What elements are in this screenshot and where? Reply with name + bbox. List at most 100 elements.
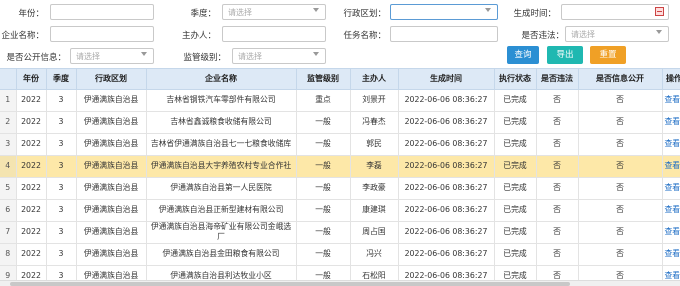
table-row[interactable]: 3 2022 3 伊通满族自治县 吉林省伊通满族自治县七一七粮食收储库 一般 郭民 2022-… — [0, 133, 680, 156]
cell-action[interactable]: 查看 — [662, 199, 680, 222]
disclosed-placeholder: 请选择 — [76, 52, 100, 61]
cell-region: 伊通满族自治县 — [76, 155, 147, 178]
illegal-select[interactable]: 请选择 — [565, 26, 669, 42]
cell-rownum: 2 — [0, 111, 17, 134]
cell-company: 吉林省伊通满族自治县七一七粮食收储库 — [146, 133, 297, 156]
column-header-illegal[interactable]: 是否违法 — [536, 69, 579, 90]
cell-organizer: 康建琪 — [350, 199, 399, 222]
calendar-icon[interactable] — [655, 7, 664, 16]
table-row[interactable]: 2 2022 3 伊通满族自治县 吉林省鑫诚粮食收储有限公司 一般 冯春杰 2022-06-0… — [0, 111, 680, 134]
cell-organizer: 李政豪 — [350, 177, 399, 200]
quarter-select[interactable]: 请选择 — [222, 4, 326, 20]
table-row[interactable]: 4 2022 3 伊通满族自治县 伊通满族自治县大宇养殖农村专业合作社 一般 李磊 2022-… — [0, 155, 680, 178]
table-row[interactable]: 5 2022 3 伊通满族自治县 伊通满族自治县第一人民医院 一般 李政豪 2022-06-0… — [0, 177, 680, 200]
disclosed-select[interactable]: 请选择 — [70, 48, 154, 64]
cell-region: 伊通满族自治县 — [76, 243, 147, 266]
cell-gen-time: 2022-06-06 08:36:27 — [398, 243, 495, 266]
horizontal-scrollbar[interactable] — [0, 280, 680, 286]
table-header-row: 年份季度行政区划企业名称监管级别主办人生成时间执行状态是否违法是否信息公开操作 — [0, 69, 680, 90]
level-select[interactable]: 请选择 — [232, 48, 326, 64]
cell-action[interactable]: 查看 — [662, 155, 680, 178]
column-header-year[interactable]: 年份 — [16, 69, 47, 90]
cell-organizer: 刘景开 — [350, 89, 399, 112]
cell-disclosed: 否 — [578, 177, 663, 200]
column-header-status[interactable]: 执行状态 — [494, 69, 537, 90]
company-input[interactable] — [50, 26, 154, 42]
column-header-gen-time[interactable]: 生成时间 — [398, 69, 495, 90]
cell-quarter: 3 — [46, 177, 77, 200]
column-header-disclosed[interactable]: 是否信息公开 — [578, 69, 663, 90]
illegal-placeholder: 请选择 — [571, 30, 595, 39]
cell-action[interactable]: 查看 — [662, 111, 680, 134]
task-name-label: 任务名称： — [343, 31, 386, 41]
cell-status: 已完成 — [494, 243, 537, 266]
cell-action[interactable]: 查看 — [662, 221, 680, 244]
cell-quarter: 3 — [46, 89, 77, 112]
table-row[interactable]: 8 2022 3 伊通满族自治县 伊通满族自治县金田粮食有限公司 一般 冯兴 2022-06-… — [0, 243, 680, 266]
cell-region: 伊通满族自治县 — [76, 133, 147, 156]
region-label: 行政区划： — [343, 9, 386, 19]
column-header-organizer[interactable]: 主办人 — [350, 69, 399, 90]
cell-level: 一般 — [296, 133, 351, 156]
cell-level: 一般 — [296, 177, 351, 200]
company-label: 企业名称： — [1, 31, 44, 41]
cell-disclosed: 否 — [578, 221, 663, 244]
column-header-rownum[interactable] — [0, 69, 17, 90]
column-header-company[interactable]: 企业名称 — [146, 69, 297, 90]
cell-action[interactable]: 查看 — [662, 89, 680, 112]
reset-button[interactable]: 重置 — [590, 46, 626, 64]
export-button[interactable]: 导出 — [547, 46, 583, 64]
cell-quarter: 3 — [46, 133, 77, 156]
cell-disclosed: 否 — [578, 155, 663, 178]
cell-status: 已完成 — [494, 111, 537, 134]
cell-quarter: 3 — [46, 155, 77, 178]
gen-time-input[interactable] — [561, 4, 669, 20]
table-row[interactable]: 1 2022 3 伊通满族自治县 吉林省钢铁汽车零部件有限公司 重点 刘景开 2022-06-… — [0, 89, 680, 112]
organizer-input[interactable] — [222, 26, 326, 42]
table-row[interactable]: 6 2022 3 伊通满族自治县 伊通满族自治县正新型建材有限公司 一般 康建琪 2022-0… — [0, 199, 680, 222]
cell-organizer: 郭民 — [350, 133, 399, 156]
cell-organizer: 冯春杰 — [350, 111, 399, 134]
region-select[interactable] — [390, 4, 498, 20]
cell-company: 吉林省钢铁汽车零部件有限公司 — [146, 89, 297, 112]
cell-rownum: 6 — [0, 199, 17, 222]
cell-action[interactable]: 查看 — [662, 177, 680, 200]
year-input[interactable] — [50, 4, 154, 20]
cell-gen-time: 2022-06-06 08:36:27 — [398, 177, 495, 200]
table-row[interactable]: 7 2022 3 伊通满族自治县 伊通满族自治县海帝矿业有限公司金峨选厂 一般 周占国 202… — [0, 221, 680, 244]
cell-region: 伊通满族自治县 — [76, 221, 147, 244]
cell-illegal: 否 — [536, 243, 579, 266]
illegal-label: 是否违法： — [521, 31, 564, 41]
column-header-region[interactable]: 行政区划 — [76, 69, 147, 90]
level-placeholder: 请选择 — [238, 52, 262, 61]
task-name-input[interactable] — [390, 26, 498, 42]
cell-gen-time: 2022-06-06 08:36:27 — [398, 111, 495, 134]
cell-action[interactable]: 查看 — [662, 133, 680, 156]
cell-gen-time: 2022-06-06 08:36:27 — [398, 199, 495, 222]
cell-status: 已完成 — [494, 155, 537, 178]
cell-company: 吉林省鑫诚粮食收储有限公司 — [146, 111, 297, 134]
level-label: 监管级别： — [183, 53, 226, 63]
cell-level: 一般 — [296, 111, 351, 134]
cell-level: 一般 — [296, 243, 351, 266]
cell-year: 2022 — [16, 111, 47, 134]
cell-status: 已完成 — [494, 199, 537, 222]
cell-level: 一般 — [296, 155, 351, 178]
cell-action[interactable]: 查看 — [662, 243, 680, 266]
query-button[interactable]: 查询 — [507, 46, 539, 64]
cell-illegal: 否 — [536, 221, 579, 244]
column-header-quarter[interactable]: 季度 — [46, 69, 77, 90]
quarter-label: 季度： — [190, 9, 216, 19]
chevron-down-icon — [141, 52, 147, 56]
cell-year: 2022 — [16, 155, 47, 178]
chevron-down-icon — [485, 8, 491, 12]
cell-company: 伊通满族自治县第一人民医院 — [146, 177, 297, 200]
cell-illegal: 否 — [536, 133, 579, 156]
cell-disclosed: 否 — [578, 199, 663, 222]
cell-organizer: 李磊 — [350, 155, 399, 178]
cell-status: 已完成 — [494, 221, 537, 244]
column-header-level[interactable]: 监管级别 — [296, 69, 351, 90]
cell-region: 伊通满族自治县 — [76, 177, 147, 200]
scrollbar-thumb[interactable] — [10, 282, 570, 286]
column-header-action[interactable]: 操作 — [662, 69, 680, 90]
